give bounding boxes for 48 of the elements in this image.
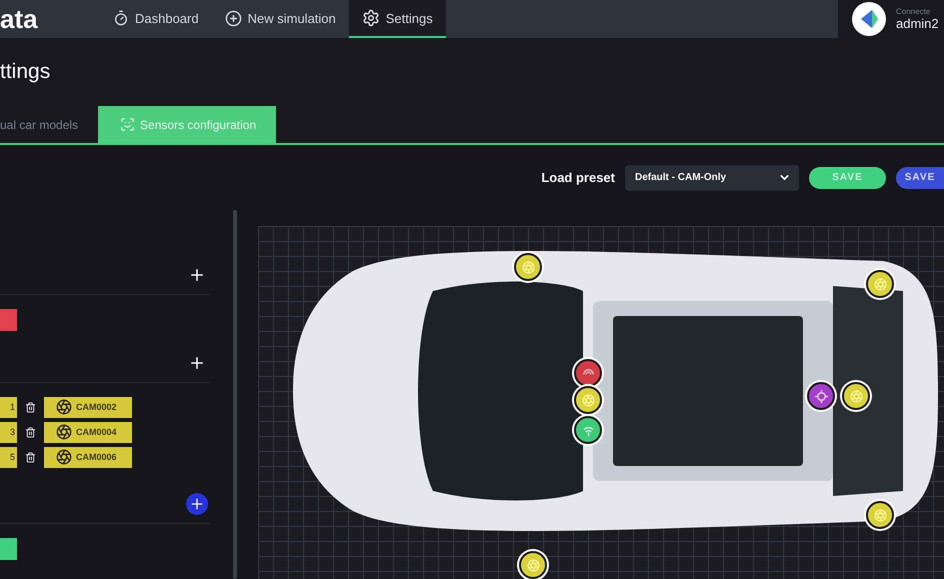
tag-chip[interactable] bbox=[0, 308, 17, 331]
avatar-icon bbox=[852, 2, 886, 36]
sensor-icon bbox=[120, 117, 136, 132]
camera-chip[interactable]: CAM0006 bbox=[44, 446, 132, 468]
add-button[interactable] bbox=[186, 493, 208, 516]
scrollbar[interactable] bbox=[233, 210, 237, 579]
preset-label: Load preset bbox=[541, 170, 615, 185]
connection-status: Connecte bbox=[896, 7, 932, 16]
logo: ata bbox=[0, 6, 39, 32]
sensor-marker[interactable] bbox=[842, 382, 870, 410]
save-button[interactable]: SAVE bbox=[896, 166, 944, 188]
sensor-marker[interactable] bbox=[574, 359, 602, 387]
aperture-icon bbox=[874, 278, 886, 290]
camera-chip[interactable]: CAM0004 bbox=[44, 422, 132, 443]
sensor-marker[interactable] bbox=[519, 551, 547, 579]
sensor-marker[interactable] bbox=[866, 270, 894, 298]
add-icon bbox=[224, 10, 242, 26]
aperture-icon bbox=[56, 449, 72, 466]
trash-icon[interactable] bbox=[25, 452, 36, 463]
user-name: admin2 bbox=[896, 16, 939, 31]
aperture-icon bbox=[874, 508, 886, 522]
aperture-icon bbox=[526, 558, 540, 572]
tag-chip[interactable] bbox=[0, 538, 17, 560]
aperture-icon bbox=[56, 399, 72, 416]
sensor-marker[interactable] bbox=[514, 253, 542, 281]
preset-dropdown[interactable]: Default - CAM-Only bbox=[625, 164, 799, 190]
timer-icon bbox=[113, 10, 129, 26]
nav-link[interactable]: Dashboard bbox=[100, 0, 212, 38]
aperture-icon bbox=[56, 424, 72, 440]
camera-chip[interactable]: CAM0002 bbox=[44, 396, 132, 418]
trash-icon[interactable] bbox=[25, 426, 36, 438]
aperture-icon bbox=[522, 260, 534, 274]
page-title: ttings bbox=[0, 60, 50, 84]
sensor-marker[interactable] bbox=[574, 416, 602, 444]
nav-link[interactable]: Settings bbox=[348, 0, 446, 38]
aperture-icon bbox=[850, 390, 862, 402]
sensor-chip[interactable]: 3 bbox=[0, 422, 17, 443]
tab[interactable]: ual car models bbox=[0, 106, 98, 143]
settings-icon bbox=[362, 9, 380, 27]
sensor-chip[interactable]: 1 bbox=[0, 396, 17, 418]
sensor-marker[interactable] bbox=[866, 501, 894, 529]
sensor-marker[interactable] bbox=[574, 386, 602, 414]
trash-icon[interactable] bbox=[25, 402, 36, 413]
target-icon bbox=[814, 390, 828, 402]
aperture-icon bbox=[582, 394, 594, 406]
nav-link[interactable]: New simulation bbox=[212, 0, 349, 38]
sensor-marker[interactable] bbox=[807, 382, 835, 410]
sensor-chip[interactable]: 5 bbox=[0, 446, 17, 468]
